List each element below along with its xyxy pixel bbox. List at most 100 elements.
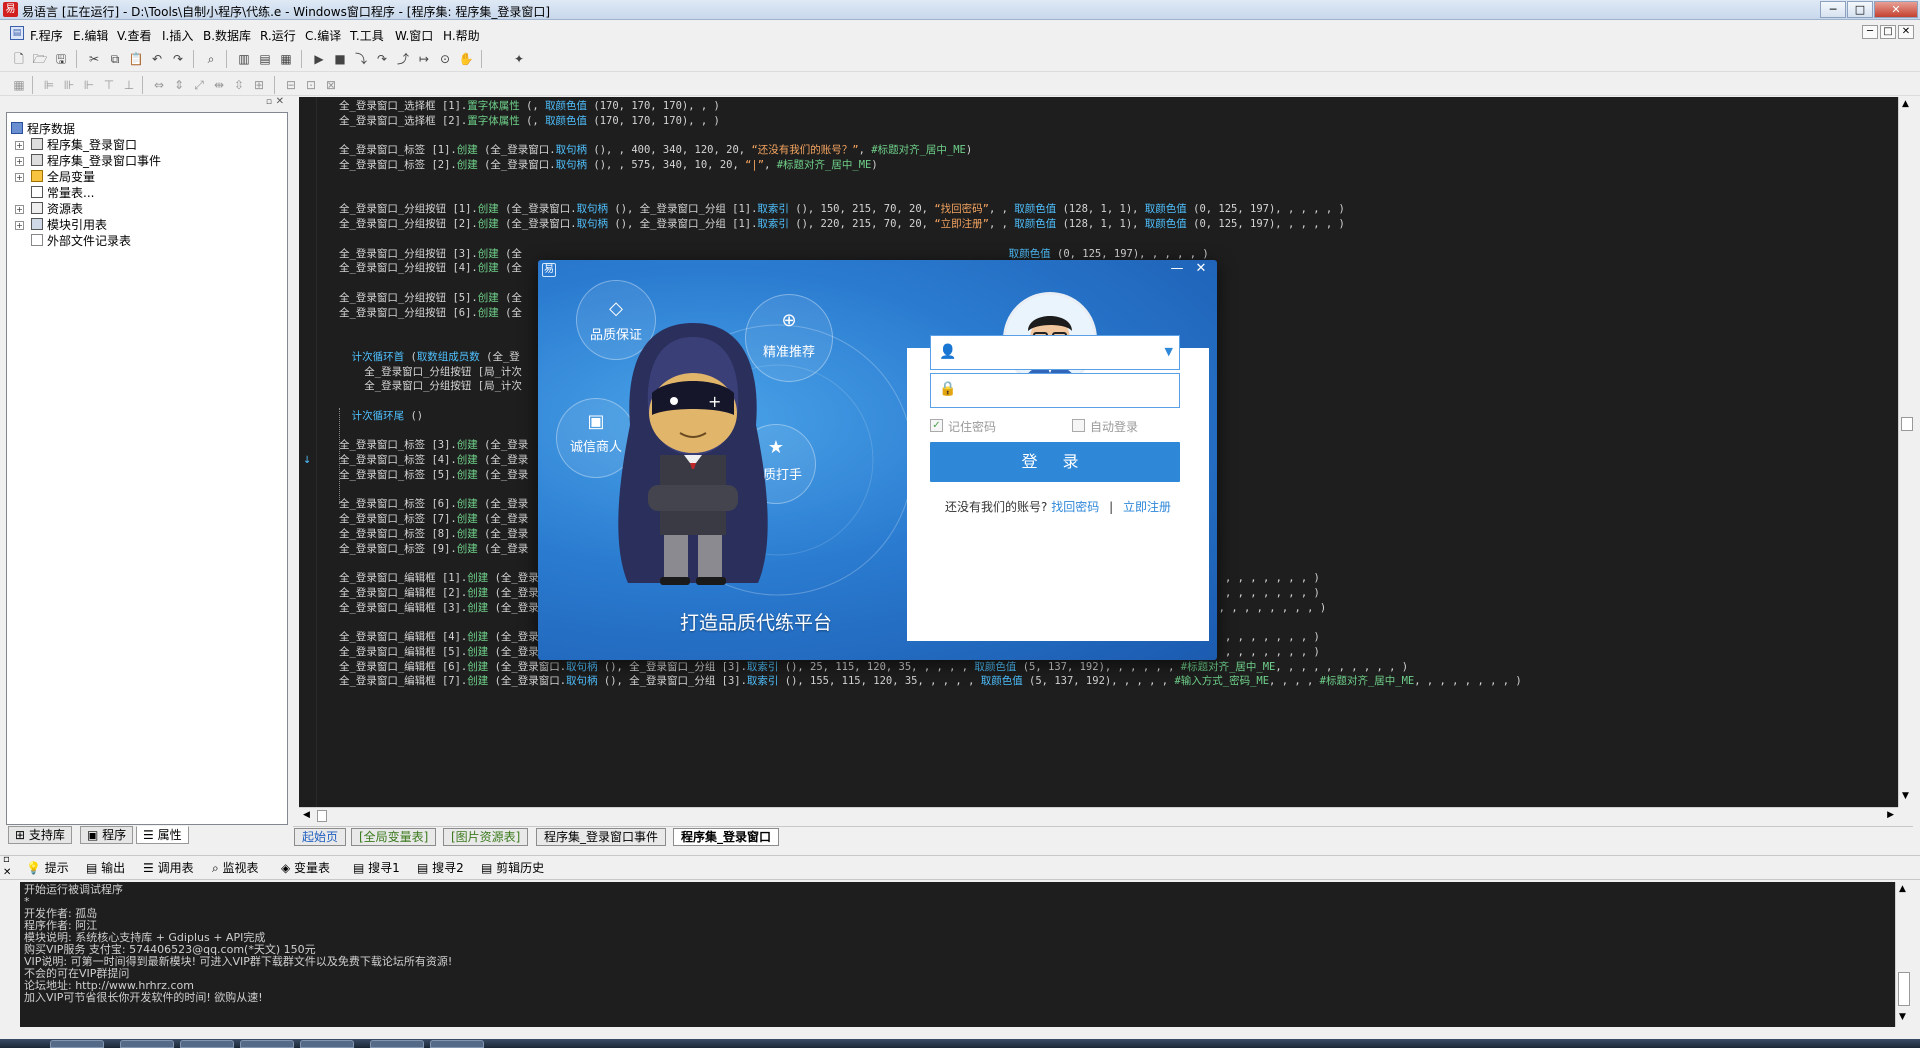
pin-icon[interactable]: ▫ [3, 854, 10, 865]
autologin-checkbox[interactable] [1072, 419, 1085, 432]
find-icon[interactable]: ⌕ [202, 50, 220, 68]
dialog-close-button[interactable]: ✕ [1190, 262, 1212, 278]
hscroll-thumb[interactable] [317, 810, 327, 822]
mdi-restore-button[interactable]: □ [1880, 25, 1896, 39]
close-button[interactable]: ✕ [1874, 1, 1918, 18]
panel-close-icon[interactable]: ✕ [3, 867, 11, 878]
taskbar-item[interactable] [370, 1040, 424, 1048]
align-center-icon[interactable]: ⊪ [60, 76, 78, 94]
code-line[interactable]: 全_登录窗口_编辑框 [7].创建 (全_登录窗口.取句柄 (), 全_登录窗口… [339, 672, 1522, 690]
expand-icon[interactable]: + [15, 141, 24, 150]
tab-variables[interactable]: ◈ 变量表 [281, 859, 330, 878]
scroll-thumb[interactable] [1901, 417, 1913, 431]
hand-icon[interactable]: ✋ [457, 50, 475, 68]
space-vertical-icon[interactable]: ⇳ [230, 76, 248, 94]
menu-window[interactable]: W.窗口 [395, 27, 433, 44]
username-input[interactable] [961, 342, 1141, 364]
same-size-icon[interactable]: ⤢ [190, 76, 208, 94]
expand-icon[interactable]: + [15, 173, 24, 182]
taskbar-item[interactable] [120, 1040, 174, 1048]
tab-search2[interactable]: ▤ 搜寻2 [417, 859, 464, 878]
layout-2-icon[interactable]: ▤ [256, 50, 274, 68]
scroll-up-icon[interactable]: ▲ [1899, 884, 1906, 894]
tab-global-vars[interactable]: [全局变量表] [351, 828, 437, 846]
code-line[interactable]: 全_登录窗口_标签 [9].创建 (全_登录 [339, 540, 528, 558]
align-bottom-icon[interactable]: ⊥ [120, 76, 138, 94]
tab-support-lib[interactable]: ⊞ 支持库 [8, 826, 72, 844]
taskbar-item[interactable] [240, 1040, 294, 1048]
align-grid-icon[interactable]: ▦ [10, 76, 28, 94]
redo-icon[interactable]: ↷ [169, 50, 187, 68]
tab-start-page[interactable]: 起始页 [294, 828, 347, 846]
pin-icon[interactable]: ▫ [266, 97, 272, 107]
output-vscroll[interactable]: ▲ ▼ [1895, 882, 1912, 1027]
panel-close-icon[interactable]: ✕ [276, 96, 284, 107]
step-over-icon[interactable]: ↷ [373, 50, 391, 68]
scroll-thumb[interactable] [1898, 972, 1910, 1006]
code-line[interactable]: 全_登录窗口_选择框 [2].置字体属性 (, 取颜色值 (170, 170, … [339, 112, 720, 130]
step-out-icon[interactable]: ⤴ [394, 50, 412, 68]
scroll-right-icon[interactable]: ▶ [1887, 810, 1894, 820]
tree-item-module-login[interactable]: 程序集_登录窗口 [31, 137, 137, 153]
expand-icon[interactable]: + [15, 221, 24, 230]
tab-properties[interactable]: ☰ 属性 [136, 826, 189, 844]
menu-tools[interactable]: T.工具 [350, 27, 384, 44]
same-width-icon[interactable]: ⇔ [150, 76, 168, 94]
code-line[interactable]: 全_登录窗口_分组按钮 [2].创建 (全_登录窗口.取句柄 (), 全_登录窗… [339, 215, 1345, 233]
wizard-icon[interactable]: ✦ [510, 50, 528, 68]
register-link[interactable]: 立即注册 [1123, 500, 1171, 514]
tab-program[interactable]: ▣ 程序 [80, 826, 134, 844]
tree-item-module-login-events[interactable]: 程序集_登录窗口事件 [31, 153, 161, 169]
run-to-cursor-icon[interactable]: ↦ [415, 50, 433, 68]
new-file-icon[interactable]: 🗋 [10, 50, 28, 68]
stop-icon[interactable]: ■ [331, 50, 349, 68]
taskbar-item[interactable] [430, 1040, 484, 1048]
expand-icon[interactable]: + [15, 205, 24, 214]
login-button[interactable]: 登 录 [930, 442, 1180, 482]
expand-icon[interactable]: + [15, 157, 24, 166]
tab-order-icon[interactable]: ⊡ [302, 76, 320, 94]
step-into-icon[interactable]: ⤵ [352, 50, 370, 68]
minimize-button[interactable]: ─ [1820, 1, 1846, 18]
tree-root[interactable]: 程序数据 [11, 121, 75, 137]
dialog-minimize-button[interactable]: — [1166, 262, 1188, 278]
taskbar-item[interactable] [300, 1040, 354, 1048]
output-panel[interactable]: 开始运行被调试程序 * 开发作者: 孤岛 程序作者: 阿江 模块说明: 系统核心… [20, 882, 1895, 1027]
password-field[interactable]: 🔒 [930, 373, 1180, 408]
tab-module-login[interactable]: 程序集_登录窗口 [673, 828, 780, 846]
scroll-up-icon[interactable]: ▲ [1902, 99, 1909, 109]
taskbar-item[interactable] [180, 1040, 234, 1048]
align-top-icon[interactable]: ⊤ [100, 76, 118, 94]
menu-run[interactable]: R.运行 [260, 27, 296, 44]
code-line[interactable]: 计次循环尾 () [339, 407, 423, 425]
tab-watch[interactable]: ⌕ 监视表 [212, 859, 259, 878]
code-line[interactable]: 全_登录窗口_分组按钮 [局_计次 [339, 377, 522, 395]
align-left-icon[interactable]: ⊫ [40, 76, 58, 94]
tree-item-global-vars[interactable]: 全局变量 [31, 169, 95, 185]
breakpoint-icon[interactable]: ⊙ [436, 50, 454, 68]
layout-3-icon[interactable]: ▦ [277, 50, 295, 68]
tab-hint[interactable]: 💡 提示 [26, 859, 69, 878]
run-icon[interactable]: ▶ [310, 50, 328, 68]
code-line[interactable]: 全_登录窗口_标签 [2].创建 (全_登录窗口.取句柄 (), , 575, … [339, 156, 878, 174]
mdi-minimize-button[interactable]: ─ [1862, 25, 1878, 39]
taskbar-item[interactable] [50, 1040, 104, 1048]
menu-edit[interactable]: E.编辑 [73, 27, 108, 44]
scroll-left-icon[interactable]: ◀ [303, 810, 310, 820]
tab-output[interactable]: ▤ 输出 [86, 859, 125, 878]
space-horizontal-icon[interactable]: ⇹ [210, 76, 228, 94]
tab-module-events[interactable]: 程序集_登录窗口事件 [536, 828, 667, 846]
scroll-down-icon[interactable]: ▼ [1902, 791, 1909, 801]
tab-image-resources[interactable]: [图片资源表] [443, 828, 529, 846]
undo-icon[interactable]: ↶ [148, 50, 166, 68]
center-vertical-icon[interactable]: ⊟ [282, 76, 300, 94]
menu-insert[interactable]: I.插入 [162, 27, 193, 44]
tab-search1[interactable]: ▤ 搜寻1 [353, 859, 400, 878]
editor-hscroll[interactable]: ◀ ▶ [299, 807, 1898, 824]
find-password-link[interactable]: 找回密码 [1051, 500, 1099, 514]
paste-icon[interactable]: 📋 [127, 50, 145, 68]
tree-item-module-refs[interactable]: 模块引用表 [31, 217, 107, 233]
menu-compile[interactable]: C.编译 [305, 27, 341, 44]
remember-checkbox[interactable]: ✓ [930, 419, 943, 432]
scroll-down-icon[interactable]: ▼ [1899, 1012, 1906, 1022]
